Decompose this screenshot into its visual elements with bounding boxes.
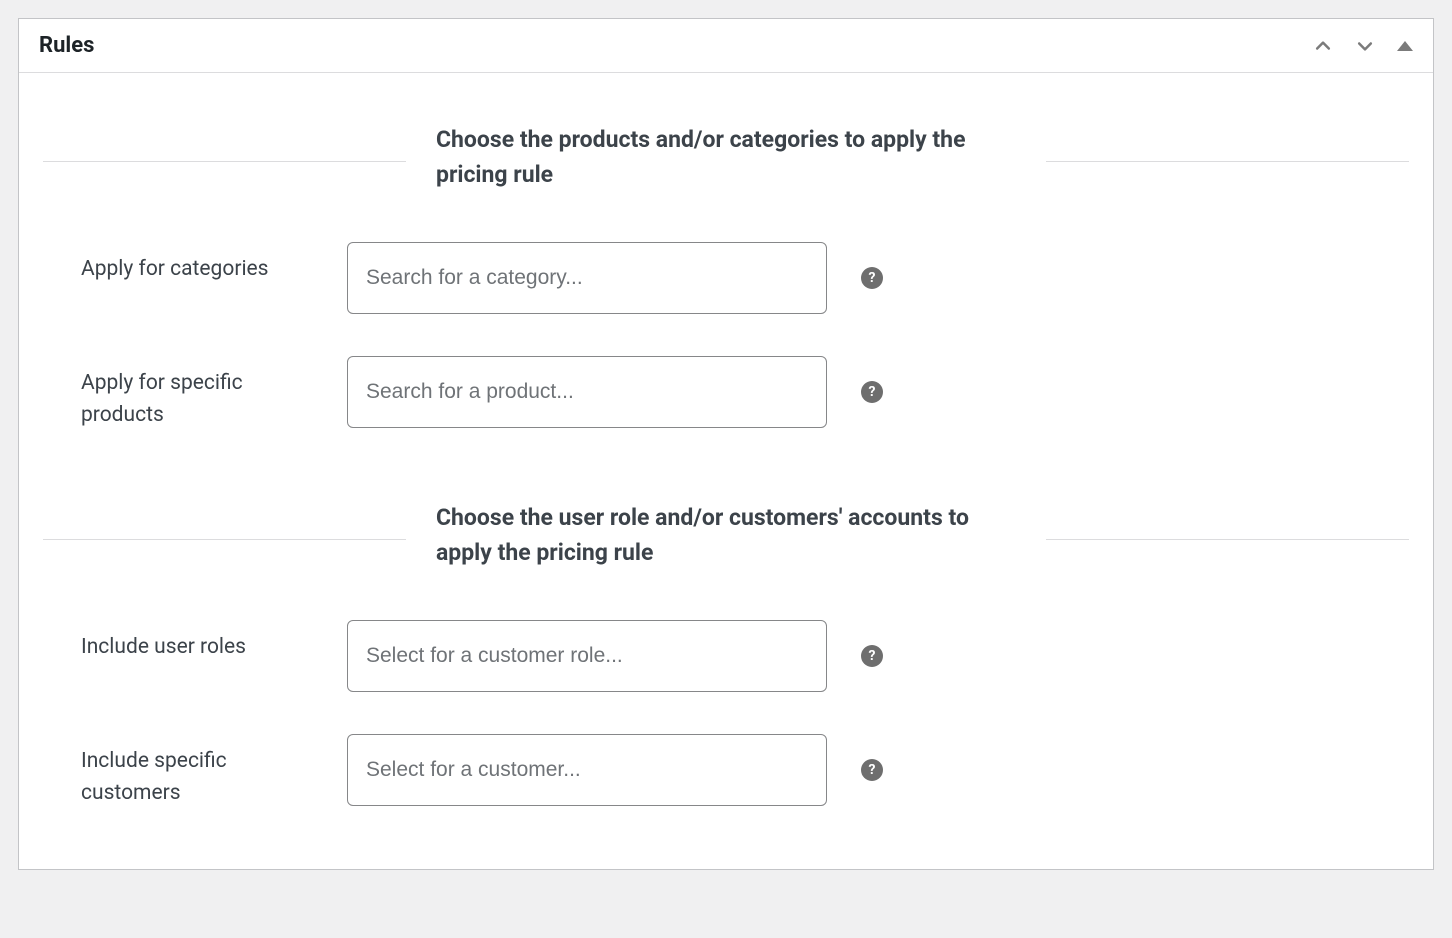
input-col	[347, 734, 827, 806]
section-heading-users: Choose the user role and/or customers' a…	[406, 501, 1046, 570]
panel-header: Rules	[19, 19, 1433, 73]
help-icon[interactable]: ?	[861, 267, 883, 289]
divider-line	[43, 161, 406, 162]
rules-panel: Rules Choose the products and/or categor…	[18, 18, 1434, 870]
label-customers: Include specific customers	[43, 734, 323, 809]
row-categories: Apply for categories ?	[43, 242, 1409, 314]
row-products: Apply for specific products ?	[43, 356, 1409, 431]
input-col	[347, 242, 827, 314]
help-col: ?	[851, 734, 883, 806]
divider-line	[1046, 539, 1409, 540]
move-up-button[interactable]	[1313, 36, 1333, 56]
panel-title: Rules	[39, 33, 94, 58]
user-roles-search-input[interactable]	[347, 620, 827, 692]
help-col: ?	[851, 242, 883, 314]
panel-body: Choose the products and/or categories to…	[19, 73, 1433, 869]
help-icon[interactable]: ?	[861, 645, 883, 667]
categories-search-input[interactable]	[347, 242, 827, 314]
row-user-roles: Include user roles ?	[43, 620, 1409, 692]
panel-actions	[1313, 36, 1413, 56]
input-col	[347, 620, 827, 692]
label-categories: Apply for categories	[43, 242, 323, 286]
help-col: ?	[851, 620, 883, 692]
help-icon[interactable]: ?	[861, 381, 883, 403]
products-search-input[interactable]	[347, 356, 827, 428]
section-header-users: Choose the user role and/or customers' a…	[43, 501, 1409, 570]
label-user-roles: Include user roles	[43, 620, 323, 664]
customers-search-input[interactable]	[347, 734, 827, 806]
section-heading-products: Choose the products and/or categories to…	[406, 123, 1046, 192]
label-products: Apply for specific products	[43, 356, 323, 431]
collapse-toggle[interactable]	[1397, 41, 1413, 51]
move-down-button[interactable]	[1355, 36, 1375, 56]
divider-line	[1046, 161, 1409, 162]
row-customers: Include specific customers ?	[43, 734, 1409, 809]
section-header-products: Choose the products and/or categories to…	[43, 123, 1409, 192]
help-col: ?	[851, 356, 883, 428]
chevron-up-icon	[1313, 35, 1333, 57]
input-col	[347, 356, 827, 428]
divider-line	[43, 539, 406, 540]
chevron-down-icon	[1355, 35, 1375, 57]
help-icon[interactable]: ?	[861, 759, 883, 781]
